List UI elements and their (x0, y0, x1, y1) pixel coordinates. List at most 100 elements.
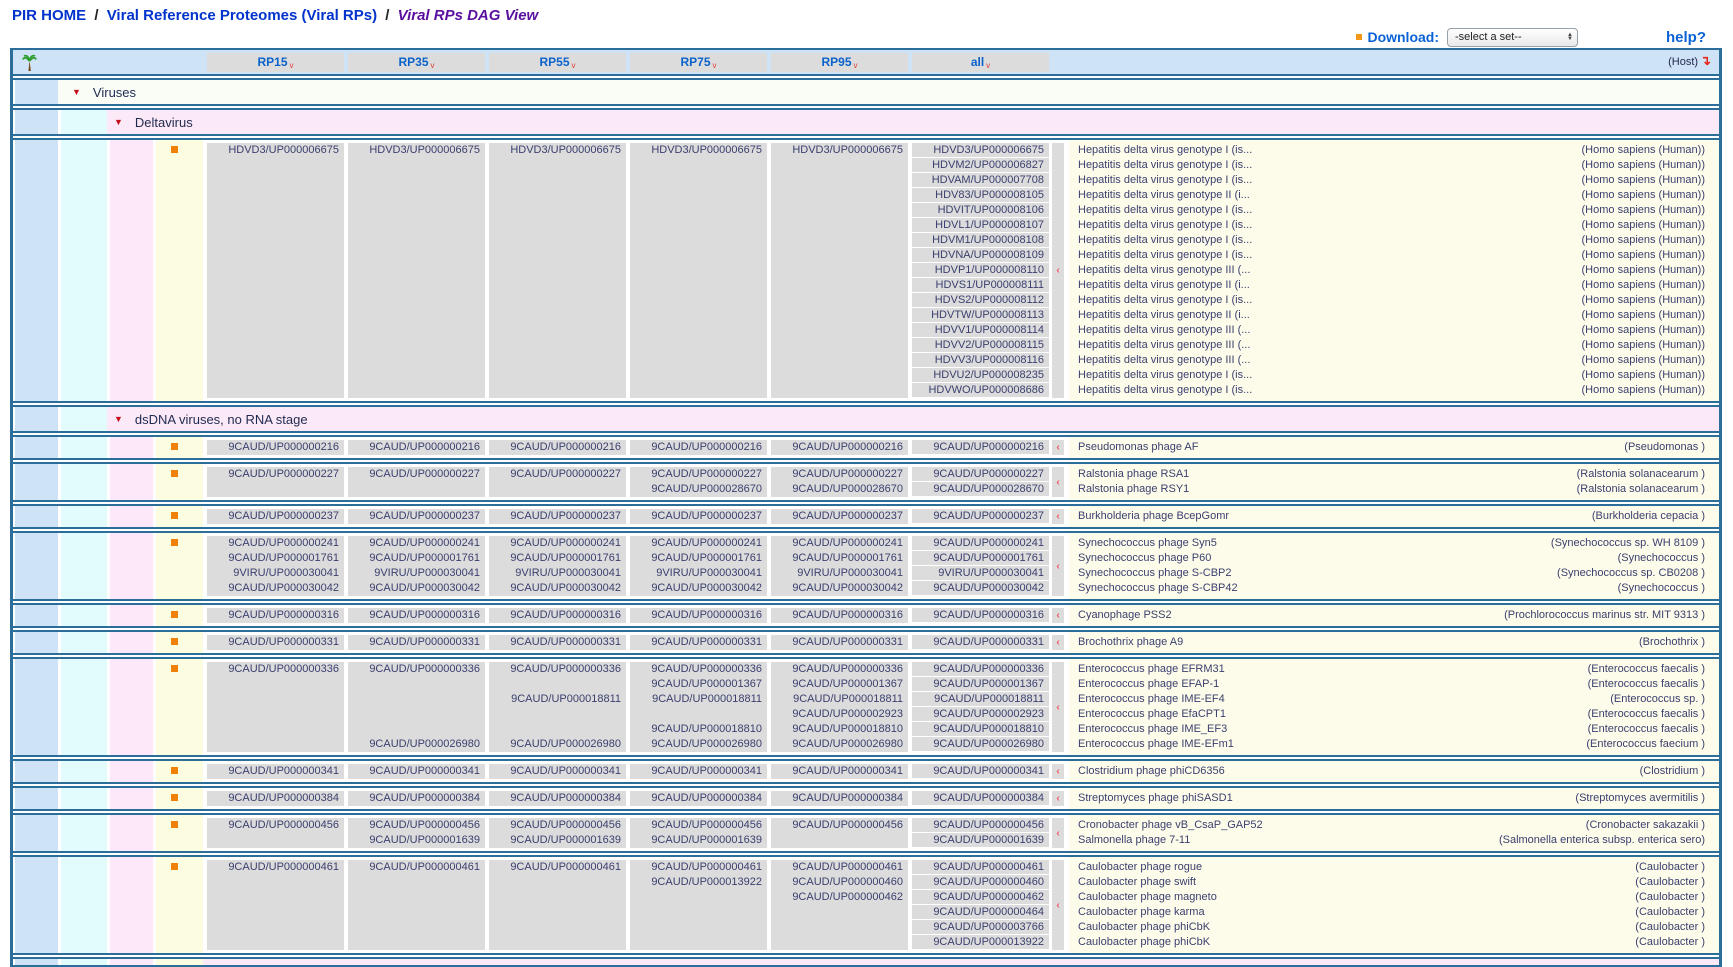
indent-strip (156, 506, 203, 527)
proteome-id: 9CAUD/UP000001761 (630, 551, 767, 566)
proteome-id (207, 173, 344, 188)
section-label[interactable]: dsDNA viruses, no RNA stage (135, 412, 308, 427)
proteome-id (489, 158, 626, 173)
group-bullet-icon[interactable] (171, 638, 178, 645)
proteome-id: 9CAUD/UP000026980 (771, 737, 908, 752)
proteome-id: 9CAUD/UP000000336 (489, 662, 626, 677)
sort-icon[interactable]: v (713, 61, 717, 70)
proteome-id: HDVWO/UP000008686 (912, 383, 1049, 398)
proteome-id: 9VIRU/UP000030041 (489, 566, 626, 581)
group-bullet-icon[interactable] (171, 794, 178, 801)
group-bullet-icon[interactable] (171, 539, 178, 546)
column-all: 9CAUD/UP000000216 (912, 440, 1049, 455)
virus-name: Brochothrix phage A9 (1078, 635, 1183, 650)
collapse-triangle-icon[interactable]: ▼ (72, 87, 81, 97)
proteome-id: 9CAUD/UP000002923 (912, 707, 1049, 722)
proteome-id (207, 677, 344, 692)
column-header-label[interactable]: RP95 (821, 55, 851, 69)
section-label[interactable]: Deltavirus (135, 115, 193, 130)
group-bullet-icon[interactable] (171, 665, 178, 672)
proteome-id (348, 482, 485, 497)
collapse-triangle-icon[interactable]: ▼ (114, 414, 123, 424)
proteome-id (630, 263, 767, 278)
column-header-label[interactable]: RP35 (398, 55, 428, 69)
host-sort-icon[interactable]: ↴ (1700, 53, 1711, 69)
column-rp35: 9CAUD/UP000000316 (348, 608, 485, 623)
host-name: (Salmonella enterica subsp. enterica ser… (1499, 833, 1705, 848)
column-header-label[interactable]: RP55 (539, 55, 569, 69)
column-rp55: 9CAUD/UP000000461 (489, 860, 626, 950)
indent-strip (156, 464, 203, 500)
group-bullet-icon[interactable] (171, 146, 178, 153)
sort-icon[interactable]: v (854, 61, 858, 70)
virus-name: Hepatitis delta virus genotype I (is... (1078, 383, 1252, 398)
help-link[interactable]: help? (1666, 29, 1706, 46)
proteome-id: 9CAUD/UP000001367 (630, 677, 767, 692)
column-all: 9CAUD/UP000000384 (912, 791, 1049, 806)
sort-icon[interactable]: v (290, 61, 294, 70)
marker-strip: ‹ (1052, 818, 1064, 848)
proteome-id: 9CAUD/UP000000464 (912, 905, 1049, 920)
column-header-label[interactable]: all (971, 55, 984, 69)
proteome-id (348, 890, 485, 905)
column-header-label[interactable]: RP75 (680, 55, 710, 69)
proteome-id (489, 188, 626, 203)
group-bullet-icon[interactable] (171, 821, 178, 828)
breadcrumb-link-pir-home[interactable]: PIR HOME (12, 7, 86, 24)
group-bullet-icon[interactable] (171, 470, 178, 477)
proteome-id (489, 905, 626, 920)
proteome-id: 9CAUD/UP000000216 (348, 440, 485, 455)
column-rp95: 9CAUD/UP000000331 (771, 635, 908, 650)
column-rp55: 9CAUD/UP000000341 (489, 764, 626, 779)
group-bullet-icon[interactable] (171, 767, 178, 774)
indent-strip (15, 761, 58, 782)
column-rp95: 9CAUD/UP000000216 (771, 440, 908, 455)
section-label[interactable]: Viruses (93, 85, 136, 100)
sort-icon[interactable]: v (572, 61, 576, 70)
proteome-id: 9CAUD/UP000000341 (630, 764, 767, 779)
proteome-id (489, 890, 626, 905)
proteome-id: 9CAUD/UP000000341 (207, 764, 344, 779)
column-rp75: HDVD3/UP000006675 (630, 143, 767, 398)
proteome-id: 9CAUD/UP000000336 (207, 662, 344, 677)
proteome-id: 9CAUD/UP000000237 (207, 509, 344, 524)
virus-name: Hepatitis delta virus genotype I (is... (1078, 368, 1252, 383)
proteome-id (207, 692, 344, 707)
name-host-row: Hepatitis delta virus genotype I (is...(… (1078, 173, 1705, 188)
indent-strip (156, 659, 203, 755)
proteome-id: 9CAUD/UP000001761 (489, 551, 626, 566)
download-set-select[interactable]: -select a set-- ▲▼ (1447, 28, 1578, 47)
proteome-id: 9CAUD/UP000001761 (912, 551, 1049, 566)
column-header-rp55: RP55 v (489, 53, 626, 72)
indent-strip (15, 857, 58, 953)
virus-name: Hepatitis delta virus genotype I (is... (1078, 218, 1252, 233)
proteome-id (207, 722, 344, 737)
column-rp15: 9CAUD/UP000000336 (207, 662, 344, 752)
group-bullet-icon[interactable] (171, 443, 178, 450)
proteome-id: 9CAUD/UP000000341 (489, 764, 626, 779)
sort-icon[interactable]: v (431, 61, 435, 70)
name-host-row: Hepatitis delta virus genotype I (is...(… (1078, 293, 1705, 308)
less-than-marker-icon: ‹ (1056, 828, 1059, 839)
host-name: (Homo sapiens (Human)) (1582, 338, 1705, 353)
virus-name: Enterococcus phage EFAP-1 (1078, 677, 1219, 692)
sort-icon[interactable]: v (986, 61, 990, 70)
proteome-id (489, 875, 626, 890)
column-header-label[interactable]: RP15 (257, 55, 287, 69)
breadcrumb-link-viral-rps[interactable]: Viral Reference Proteomes (Viral RPs) (107, 7, 377, 24)
group-bullet-icon[interactable] (171, 611, 178, 618)
indent-strip (110, 533, 153, 599)
collapse-triangle-icon[interactable]: ▼ (114, 117, 123, 127)
less-than-marker-icon: ‹ (1056, 610, 1059, 621)
proteome-id (348, 188, 485, 203)
proteome-group-row: HDVD3/UP000006675HDVD3/UP000006675HDVD3/… (13, 138, 1719, 403)
proteome-id (489, 935, 626, 950)
proteome-id (207, 248, 344, 263)
indent-strip (156, 761, 203, 782)
tree-icon[interactable] (22, 54, 37, 71)
indent-strip (15, 464, 58, 500)
group-bullet-icon[interactable] (171, 863, 178, 870)
group-bullet-icon[interactable] (171, 512, 178, 519)
proteome-id: 9CAUD/UP000001761 (771, 551, 908, 566)
column-header-rp95: RP95 v (771, 53, 908, 72)
